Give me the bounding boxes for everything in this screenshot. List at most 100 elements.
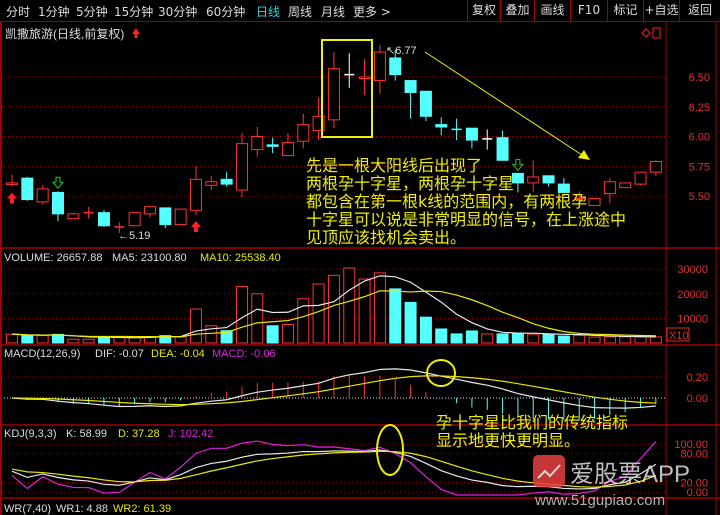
candle-body (220, 178, 233, 185)
volume-bar (189, 308, 202, 344)
volume-bar (36, 335, 49, 344)
volume-bar (358, 278, 371, 344)
macd-tick-label: 0.00 (687, 393, 708, 405)
highlight-circle (426, 359, 456, 387)
annotation-line: 先是一根大阳线后出现了 (306, 156, 483, 175)
annotation-line: 十字星可以说是非常明显的信号，在上涨途中 (306, 210, 627, 229)
volume-bar (404, 301, 417, 344)
volume-label: VOLUME: 26657.88 (4, 252, 102, 264)
volume-tick-label: 10000 (677, 313, 708, 325)
candle-body (419, 90, 432, 117)
annotation-text-2: 孕十字星比我们的传统指标 显示地更快更明显。 (436, 414, 628, 450)
candle (67, 212, 80, 220)
low-price-label: ←5.19 (118, 230, 150, 242)
candle-body (251, 136, 264, 151)
candle-body (189, 178, 202, 211)
red-up-arrow-icon (132, 28, 140, 38)
candle (97, 210, 110, 227)
kdj-tick-label: 0.00 (687, 487, 708, 499)
candle (189, 166, 202, 216)
candle (327, 52, 340, 129)
buy-arrow-icon (190, 221, 201, 233)
volume-bar (235, 285, 248, 344)
candle (21, 176, 34, 201)
volume-bar (465, 330, 478, 344)
candle-body (51, 191, 64, 215)
volume-unit-label: X10 (669, 330, 689, 342)
volume-bar (496, 333, 509, 344)
annotation-line: 两根孕十字星，两根孕十字星 (306, 174, 515, 193)
candle-body (327, 68, 340, 121)
candle (220, 172, 233, 187)
candle (174, 208, 187, 226)
price-tick-label: 5.50 (689, 191, 710, 203)
watermark-brand: 爱股票APP (570, 461, 690, 488)
volume-bar (450, 333, 463, 344)
volume-bar (649, 336, 662, 344)
candle-body (465, 127, 478, 141)
wr1-label: WR1: 4.88 (56, 503, 108, 515)
candle-body (435, 124, 448, 128)
volume-bar (619, 336, 632, 344)
candle (266, 137, 279, 154)
candle-body (143, 206, 156, 215)
macd-tick-label: 0.20 (687, 372, 708, 384)
price-tick-label: 5.75 (689, 161, 710, 173)
volume-bar (481, 333, 494, 344)
candle (51, 191, 64, 221)
candle (634, 171, 647, 186)
candle-body (297, 124, 310, 142)
candle-body (404, 80, 417, 93)
candle-body (373, 51, 386, 82)
macd-label: MACD(12,26,9) (4, 348, 80, 360)
annotation-line: 孕十字星比我们的传统指标 (436, 413, 629, 432)
square-icon (652, 27, 661, 39)
candle-body (281, 141, 294, 157)
kdj-tick-label: 80.00 (680, 449, 708, 461)
wr2-label: WR2: 61.39 (113, 503, 171, 515)
candle (128, 212, 141, 227)
volume-bar (419, 316, 432, 344)
price-tick-label: 6.50 (689, 72, 710, 84)
volume-bar (603, 336, 616, 344)
candle-body (266, 144, 279, 147)
chart-title: 凯撒旅游(日线,前复权) (5, 26, 124, 41)
candle (482, 129, 493, 150)
candle-body (97, 212, 110, 227)
candle-body (634, 171, 647, 185)
candle (36, 185, 49, 205)
candle-body (235, 143, 248, 191)
volume-ma5-label: MA5: 23100.80 (112, 252, 187, 264)
volume-bar (527, 333, 540, 344)
kdj-label: KDJ(9,3,3) (4, 428, 57, 440)
annotation-text-1: 先是一根大阳线后出现了 两根孕十字星，两根孕十字星 都包含在第一根k线的范围内，… (306, 157, 626, 247)
candle-body (174, 208, 187, 226)
kdj-d-label: D: 37.28 (118, 428, 160, 440)
watermark-url: www.51gupiao.com (534, 492, 665, 509)
candle (465, 127, 478, 149)
volume-bar (634, 336, 647, 344)
volume-tick-label: 20000 (677, 289, 708, 301)
volume-bar (21, 335, 34, 344)
candle (419, 90, 432, 122)
volume-bar (343, 267, 356, 344)
volume-bar (174, 336, 187, 344)
volume-tick-label: 30000 (677, 264, 708, 276)
candle-body (389, 57, 402, 76)
candle (344, 53, 355, 88)
candle (205, 175, 218, 191)
sell-arrow-icon (51, 176, 65, 190)
macd-value-label: MACD: -0.06 (212, 348, 276, 360)
annotation-line: 见顶应该找机会卖出。 (306, 228, 467, 247)
candle (358, 59, 371, 95)
volume-bar (573, 334, 586, 344)
candle (251, 126, 264, 157)
candle (297, 113, 310, 149)
volume-bar (542, 333, 555, 344)
high-price-label: ↖6.77 (386, 45, 417, 57)
candle-body (649, 160, 662, 173)
candle (373, 44, 386, 94)
candle-body (358, 76, 371, 79)
candle-body (36, 188, 49, 203)
volume-bar (6, 333, 18, 344)
